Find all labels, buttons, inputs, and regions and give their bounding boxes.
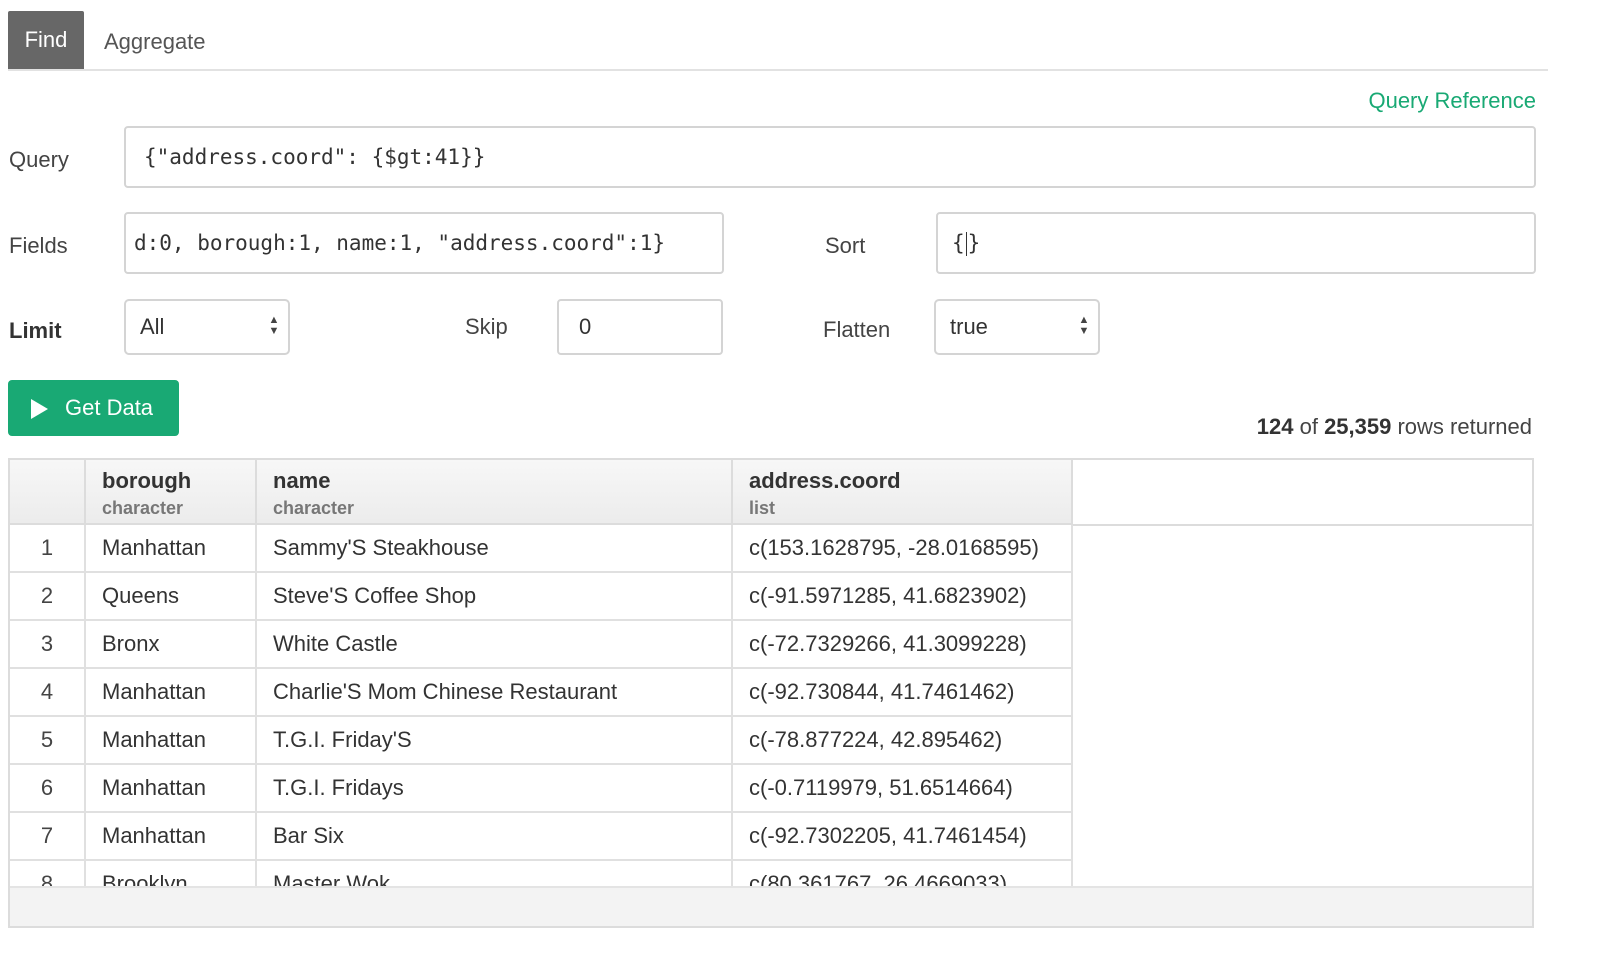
index-column-header (10, 460, 86, 525)
results-grid: borough character name character address… (8, 458, 1534, 928)
column-header-name[interactable]: name character (256, 460, 733, 525)
cell-address-coord: c(-91.5971285, 41.6823902) (732, 572, 1073, 621)
tab-aggregate[interactable]: Aggregate (104, 13, 206, 71)
flatten-select[interactable]: true ▲ ▼ (934, 299, 1100, 355)
cell-borough: Manhattan (85, 716, 257, 765)
text-cursor (965, 232, 967, 256)
query-input-value: {"address.coord": {$gt:41}} (144, 145, 486, 169)
sort-label: Sort (825, 233, 866, 258)
row-index: 5 (10, 716, 86, 765)
rows-shown-count: 124 (1256, 414, 1294, 439)
query-input[interactable]: {"address.coord": {$gt:41}} (124, 126, 1536, 188)
sort-input[interactable]: {} (936, 212, 1536, 274)
table-row: 3 Bronx White Castle c(-72.7329266, 41.3… (10, 620, 1073, 669)
column-name: address.coord (749, 468, 901, 493)
row-index: 2 (10, 572, 86, 621)
row-index: 4 (10, 668, 86, 717)
column-type: list (749, 498, 776, 518)
cell-address-coord: c(-78.877224, 42.895462) (732, 716, 1073, 765)
column-header-address-coord[interactable]: address.coord list (732, 460, 1073, 525)
row-index: 6 (10, 764, 86, 813)
table-row: 4 Manhattan Charlie'S Mom Chinese Restau… (10, 668, 1073, 717)
cell-name: Bar Six (256, 812, 733, 861)
header-filler (1072, 460, 1532, 526)
horizontal-scrollbar[interactable] (10, 886, 1532, 926)
cell-name: T.G.I. Friday'S (256, 716, 733, 765)
row-index: 1 (10, 524, 86, 573)
play-icon (31, 399, 48, 419)
sort-input-open: { (952, 231, 965, 255)
rows-total-count: 25,359 (1324, 414, 1392, 439)
tab-bar: Find Aggregate (8, 11, 1548, 71)
cell-address-coord: c(153.1628795, -28.0168595) (732, 524, 1073, 573)
limit-select[interactable]: All ▲ ▼ (124, 299, 290, 355)
table-row: 1 Manhattan Sammy'S Steakhouse c(153.162… (10, 524, 1073, 573)
flatten-label: Flatten (823, 317, 891, 342)
cell-borough: Queens (85, 572, 257, 621)
cell-name: White Castle (256, 620, 733, 669)
rows-of-text: of (1299, 414, 1318, 439)
results-table: borough character name character address… (10, 460, 1073, 909)
flatten-select-value: true (950, 314, 988, 339)
rows-returned-suffix: rows returned (1397, 414, 1532, 439)
cell-name: T.G.I. Fridays (256, 764, 733, 813)
table-row: 5 Manhattan T.G.I. Friday'S c(-78.877224… (10, 716, 1073, 765)
query-label: Query (9, 147, 69, 172)
row-index: 3 (10, 620, 86, 669)
column-header-borough[interactable]: borough character (85, 460, 257, 525)
get-data-label: Get Data (65, 395, 154, 420)
sort-input-close: } (967, 231, 981, 255)
get-data-button[interactable]: Get Data (8, 380, 179, 436)
cell-address-coord: c(-92.7302205, 41.7461454) (732, 812, 1073, 861)
skip-input-value: 0 (579, 314, 592, 339)
cell-address-coord: c(-72.7329266, 41.3099228) (732, 620, 1073, 669)
column-type: character (273, 498, 355, 518)
limit-label: Limit (9, 318, 62, 343)
cell-address-coord: c(-92.730844, 41.7461462) (732, 668, 1073, 717)
select-arrows-icon: ▲ ▼ (1078, 314, 1090, 337)
row-index: 7 (10, 812, 86, 861)
table-header-row: borough character name character address… (10, 460, 1073, 525)
limit-select-value: All (140, 314, 165, 339)
cell-borough: Bronx (85, 620, 257, 669)
cell-address-coord: c(-0.7119979, 51.6514664) (732, 764, 1073, 813)
query-reference-link[interactable]: Query Reference (1368, 88, 1536, 114)
table-row: 7 Manhattan Bar Six c(-92.7302205, 41.74… (10, 812, 1073, 861)
cell-name: Sammy'S Steakhouse (256, 524, 733, 573)
cell-name: Charlie'S Mom Chinese Restaurant (256, 668, 733, 717)
rows-returned-info: 124 of 25,359 rows returned (1257, 414, 1532, 440)
cell-borough: Manhattan (85, 764, 257, 813)
fields-input[interactable]: d:0, borough:1, name:1, "address.coord":… (124, 212, 724, 274)
cell-borough: Manhattan (85, 812, 257, 861)
select-arrows-icon: ▲ ▼ (268, 314, 280, 337)
tab-find[interactable]: Find (8, 11, 84, 69)
column-name: name (273, 468, 331, 493)
column-name: borough (102, 468, 192, 493)
fields-label: Fields (9, 233, 68, 258)
cell-name: Steve'S Coffee Shop (256, 572, 733, 621)
table-row: 2 Queens Steve'S Coffee Shop c(-91.59712… (10, 572, 1073, 621)
skip-label: Skip (465, 314, 508, 339)
skip-input[interactable]: 0 (557, 299, 723, 355)
column-type: character (102, 498, 184, 518)
table-row: 6 Manhattan T.G.I. Fridays c(-0.7119979,… (10, 764, 1073, 813)
cell-borough: Manhattan (85, 524, 257, 573)
fields-input-value: d:0, borough:1, name:1, "address.coord":… (134, 231, 666, 255)
cell-borough: Manhattan (85, 668, 257, 717)
